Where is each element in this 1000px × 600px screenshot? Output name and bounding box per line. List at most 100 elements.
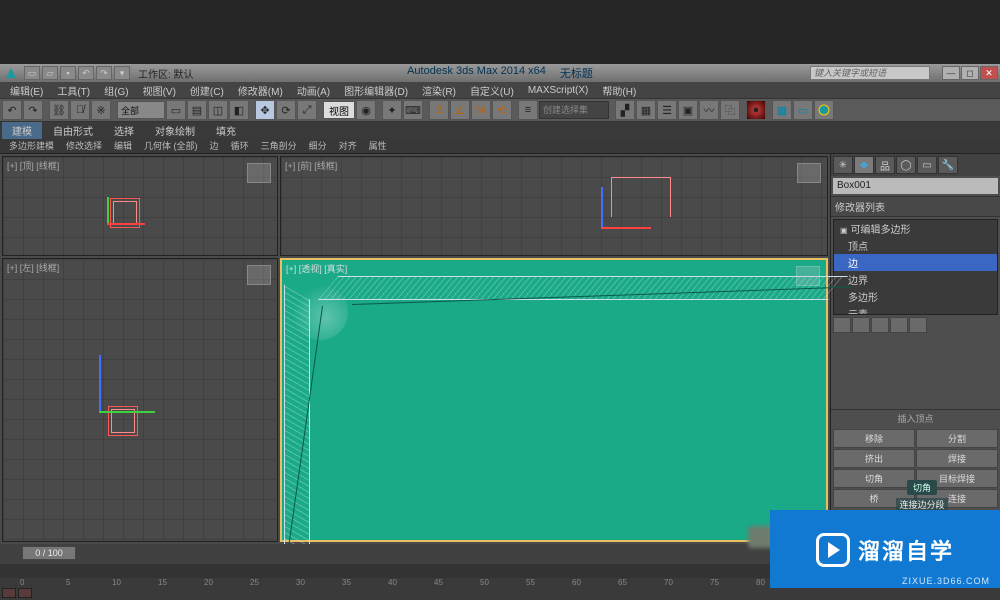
menu-animation[interactable]: 动画(A)	[291, 82, 336, 99]
viewport-top[interactable]: [+] [顶] [线框]	[2, 156, 278, 256]
menu-rendering[interactable]: 渲染(R)	[416, 82, 462, 99]
ribbon-tab-objectpaint[interactable]: 对象绘制	[145, 122, 205, 139]
ribbon-panel[interactable]: 对齐	[334, 138, 362, 153]
render-production-icon[interactable]	[814, 100, 834, 120]
select-by-name-icon[interactable]: ▤	[187, 100, 207, 120]
menu-grapheditors[interactable]: 图形编辑器(D)	[338, 82, 414, 99]
qat-open-icon[interactable]: ▱	[42, 66, 58, 80]
ribbon-panel[interactable]: 几何体 (全部)	[139, 138, 203, 153]
viewport-front[interactable]: [+] [前] [线框]	[280, 156, 828, 256]
schematic-view-icon[interactable]: ⿻	[720, 100, 740, 120]
weld-button[interactable]: 焊接	[916, 449, 998, 468]
mirror-icon[interactable]: ▞	[615, 100, 635, 120]
pivot-center-icon[interactable]: ◉	[356, 100, 376, 120]
workspace-label[interactable]: 工作区: 默认	[138, 66, 194, 81]
ribbon-panel[interactable]: 循环	[226, 138, 254, 153]
menu-maxscript[interactable]: MAXScript(X)	[522, 84, 595, 97]
viewcube-icon[interactable]	[797, 163, 821, 183]
ribbon-panel[interactable]: 修改选择	[61, 138, 107, 153]
menu-views[interactable]: 视图(V)	[137, 82, 182, 99]
qat-redo-icon[interactable]: ↷	[96, 66, 112, 80]
align-icon[interactable]: ▦	[636, 100, 656, 120]
qat-undo-icon[interactable]: ↶	[78, 66, 94, 80]
remove-button[interactable]: 移除	[833, 429, 915, 448]
window-crossing-icon[interactable]: ◧	[229, 100, 249, 120]
link-icon[interactable]: ⛓	[49, 100, 69, 120]
snap-2d-icon[interactable]: 2	[429, 100, 449, 120]
ribbon-panel[interactable]: 属性	[364, 138, 392, 153]
stack-item-editable-poly[interactable]: 可编辑多边形	[834, 220, 997, 237]
stack-sub-polygon[interactable]: 多边形	[834, 288, 997, 305]
configure-sets-icon[interactable]	[909, 317, 927, 333]
create-tab-icon[interactable]: ✳	[833, 156, 853, 174]
bind-spacewarp-icon[interactable]: ※	[91, 100, 111, 120]
remove-modifier-icon[interactable]	[890, 317, 908, 333]
menu-help[interactable]: 帮助(H)	[596, 82, 642, 99]
snap-spinner-icon[interactable]: ⟲	[492, 100, 512, 120]
ribbon-tab-freeform[interactable]: 自由形式	[43, 122, 103, 139]
viewport-label[interactable]: [+] [顶] [线框]	[7, 159, 59, 172]
selection-filter-dropdown[interactable]: 全部	[117, 101, 165, 119]
utilities-tab-icon[interactable]: 🔧	[938, 156, 958, 174]
render-setup-icon[interactable]: ▦	[772, 100, 792, 120]
select-object-icon[interactable]: ▭	[166, 100, 186, 120]
ribbon-tab-populate[interactable]: 填充	[206, 122, 246, 139]
viewcube-icon[interactable]	[247, 265, 271, 285]
snap-percent-icon[interactable]: %	[471, 100, 491, 120]
menu-edit[interactable]: 编辑(E)	[4, 82, 49, 99]
stack-sub-border[interactable]: 边界	[834, 271, 997, 288]
make-unique-icon[interactable]	[871, 317, 889, 333]
unlink-icon[interactable]: ⛓̸	[70, 100, 90, 120]
snap-angle-icon[interactable]: ∠	[450, 100, 470, 120]
object-name-field[interactable]: Box001	[833, 178, 998, 194]
show-end-result-icon[interactable]	[852, 317, 870, 333]
maxscript-listener-icon[interactable]	[2, 588, 16, 598]
menu-create[interactable]: 创建(C)	[184, 82, 230, 99]
modify-tab-icon[interactable]	[854, 156, 874, 174]
hierarchy-tab-icon[interactable]: 品	[875, 156, 895, 174]
redo-icon[interactable]: ↷	[23, 100, 43, 120]
qat-new-icon[interactable]: ▭	[24, 66, 40, 80]
layers-icon[interactable]: ☰	[657, 100, 677, 120]
transform-gizmo-icon[interactable]	[99, 355, 149, 405]
named-selection-edit-icon[interactable]: ≡	[518, 100, 538, 120]
rendered-frame-icon[interactable]: ▭	[793, 100, 813, 120]
motion-tab-icon[interactable]: ◯	[896, 156, 916, 174]
named-selection-dropdown[interactable]: 创建选择集	[539, 101, 609, 119]
time-slider[interactable]: 0 / 100	[0, 544, 830, 564]
pin-stack-icon[interactable]	[833, 317, 851, 333]
menu-customize[interactable]: 自定义(U)	[464, 82, 520, 99]
select-rotate-icon[interactable]: ⟳	[276, 100, 296, 120]
viewport-label[interactable]: [+] [前] [线框]	[285, 159, 337, 172]
viewport-left[interactable]: [+] [左] [线框]	[2, 258, 278, 542]
material-editor-icon[interactable]: ●	[746, 100, 766, 120]
select-scale-icon[interactable]: ⤢	[297, 100, 317, 120]
qat-dropdown-icon[interactable]: ▾	[114, 66, 130, 80]
manipulate-icon[interactable]: ✦	[382, 100, 402, 120]
time-slider-knob[interactable]: 0 / 100	[22, 546, 76, 560]
status-box[interactable]	[18, 588, 32, 598]
ribbon-tab-modeling[interactable]: 建模	[2, 122, 42, 139]
viewport-label[interactable]: [+] [左] [线框]	[7, 261, 59, 274]
ribbon-tab-selection[interactable]: 选择	[104, 122, 144, 139]
modifier-stack[interactable]: 可编辑多边形 顶点 边 边界 多边形 元素	[833, 219, 998, 315]
stack-sub-element[interactable]: 元素	[834, 305, 997, 315]
viewcube-icon[interactable]	[247, 163, 271, 183]
select-move-icon[interactable]: ✥	[255, 100, 275, 120]
menu-modifiers[interactable]: 修改器(M)	[232, 82, 289, 99]
curve-editor-icon[interactable]: 〰	[699, 100, 719, 120]
ribbon-panel[interactable]: 多边形建模	[4, 138, 59, 153]
ribbon-panel[interactable]: 边	[205, 138, 224, 153]
close-button[interactable]: ✕	[980, 66, 998, 80]
transform-gizmo-icon[interactable]	[601, 187, 651, 237]
undo-icon[interactable]: ↶	[2, 100, 22, 120]
transform-gizmo-icon[interactable]	[107, 197, 157, 247]
viewport-perspective[interactable]: [+] [透视] [真实] 切角 连接边分段 ⇕1.209 ⇕9 ▭ ▾ ✓ +…	[280, 258, 828, 542]
stack-sub-vertex[interactable]: 顶点	[834, 237, 997, 254]
maximize-button[interactable]: ◻	[961, 66, 979, 80]
viewcube-icon[interactable]	[796, 266, 820, 286]
menu-group[interactable]: 组(G)	[98, 82, 134, 99]
modifier-list-dropdown[interactable]: 修改器列表	[831, 196, 1000, 217]
ribbon-panel[interactable]: 细分	[304, 138, 332, 153]
extrude-button[interactable]: 挤出	[833, 449, 915, 468]
